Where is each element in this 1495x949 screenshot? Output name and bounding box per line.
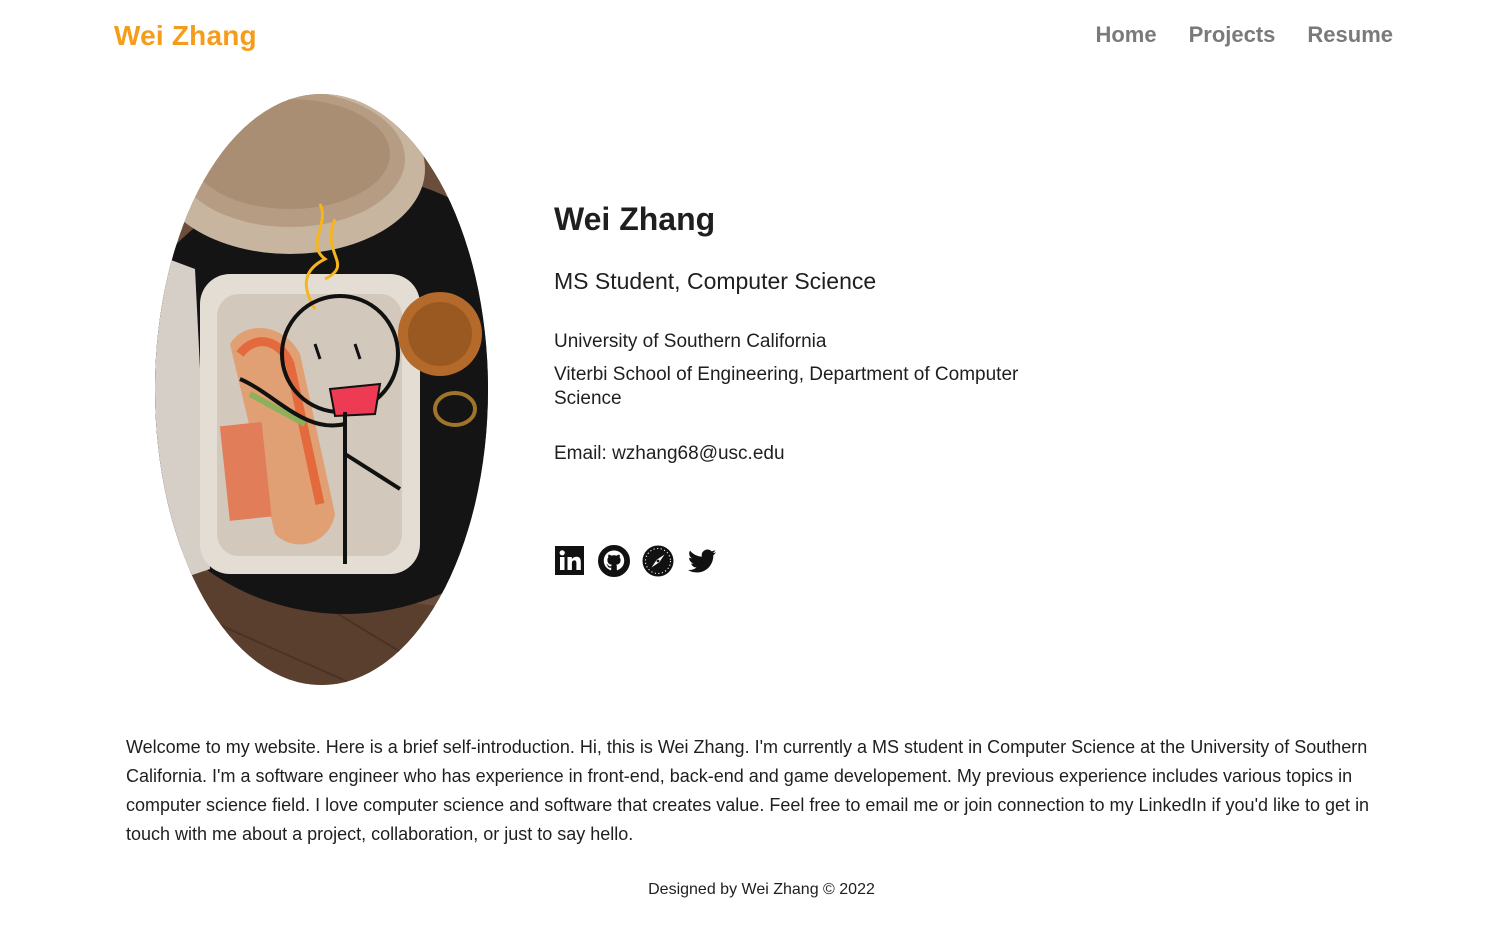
compass-icon[interactable]: [642, 545, 674, 577]
profile-email[interactable]: Email: wzhang68@usc.edu: [554, 443, 785, 465]
navbar: Wei Zhang Home Projects Resume: [0, 0, 1495, 76]
nav-resume-link[interactable]: Resume: [1307, 22, 1393, 48]
linkedin-icon[interactable]: [554, 545, 586, 577]
footer: Designed by Wei Zhang © 2022: [648, 881, 875, 898]
profile-university: University of Southern California: [554, 331, 827, 352]
profile-photo: [155, 94, 488, 685]
profile-info: Wei Zhang MS Student, Computer Science U…: [554, 195, 1074, 464]
github-icon[interactable]: [598, 545, 630, 577]
twitter-icon[interactable]: [686, 545, 718, 577]
social-links: [554, 545, 718, 577]
nav-links: Home Projects Resume: [1095, 22, 1393, 48]
profile-title: MS Student, Computer Science: [554, 268, 877, 294]
intro-paragraph: Welcome to my website. Here is a brief s…: [126, 737, 1370, 844]
profile-name: Wei Zhang: [554, 201, 716, 237]
profile-department: Viterbi School of Engineering, Departmen…: [554, 364, 1019, 409]
nav-projects-link[interactable]: Projects: [1189, 22, 1276, 48]
brand-link[interactable]: Wei Zhang: [114, 20, 257, 52]
nav-home-link[interactable]: Home: [1095, 22, 1156, 48]
